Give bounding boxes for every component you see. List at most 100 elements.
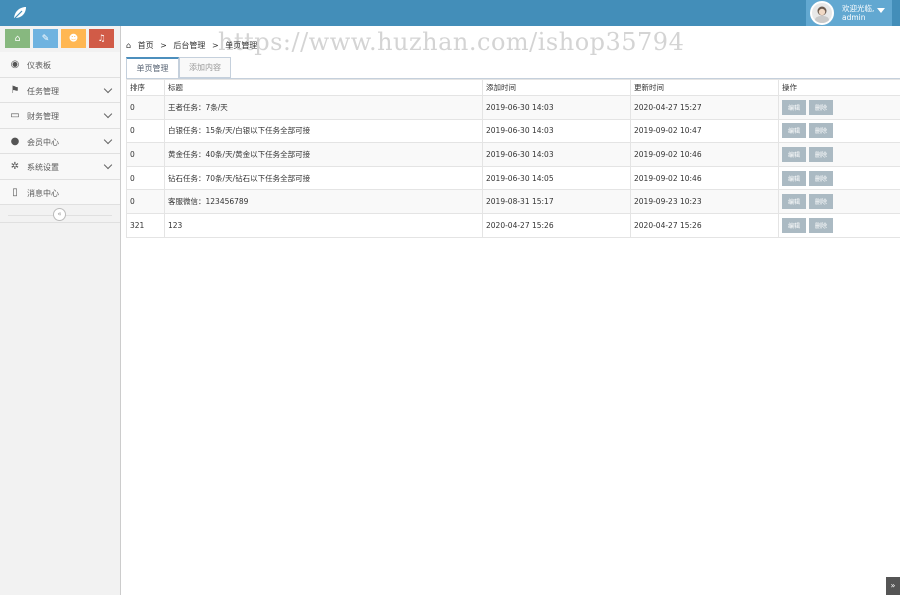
shortcut-home-button[interactable]: ⌂ [5,29,30,48]
column-header-actions: 操作 [778,79,900,96]
table-row: 0 黄金任务：40条/天/黄金以下任务全部可接 2019-06-30 14:03 20… [126,142,900,167]
column-header-title[interactable]: 标题 [164,79,483,96]
delete-button[interactable]: 删除 [809,217,833,233]
cell-sort: 0 [126,189,165,214]
cell-updated: 2019-09-02 10:47 [630,118,779,144]
breadcrumb: ⌂ 首页 > 后台管理 > 单页管理 [126,40,261,51]
sidebar-item-5[interactable]: ▯ 消息中心 [0,179,120,205]
cell-updated: 2020-04-27 15:27 [630,95,779,120]
chevron-down-icon [103,135,113,144]
table-row: 321 123 2020-04-27 15:26 2020-04-27 15:26 编辑… [126,212,900,238]
breadcrumb-home-link[interactable]: 首页 [138,41,154,50]
table-row: 0 客服微信：123456789 2019-08-31 15:17 2019-09-2… [126,189,900,214]
breadcrumb-current: 单页管理 [225,41,258,50]
shortcut-users-button[interactable]: ☻ [61,29,86,48]
pencil-icon: ✎ [41,33,50,44]
cell-added: 2019-06-30 14:03 [482,142,631,167]
cell-title: 白银任务：15条/天/白银以下任务全部可接 [164,118,483,144]
home-icon: ⌂ [126,41,132,50]
cell-added: 2019-06-30 14:03 [482,95,631,120]
delete-button[interactable]: 删除 [809,170,833,186]
sidebar-shortcuts: ⌂ ✎ ☻ ♫ [0,26,120,52]
cog-icon: ✲ [10,161,20,172]
cell-added: 2019-06-30 14:05 [482,165,631,191]
sidebar-item-label: 仪表板 [27,61,51,70]
back-to-top-button[interactable]: » [886,577,900,595]
table-row: 0 王者任务：7条/天 2019-06-30 14:03 2020-04-27 15:… [126,95,900,120]
user-menu[interactable]: 欢迎光临, admin [806,0,892,26]
cell-added: 2019-08-31 15:17 [482,189,631,214]
shortcut-bell-button[interactable]: ♫ [89,29,114,48]
cell-sort: 0 [126,95,165,120]
sidebar-collapse-button[interactable]: « [53,208,66,221]
delete-button[interactable]: 删除 [809,146,833,162]
flag-icon: ⚑ [10,84,20,96]
cell-title: 客服微信：123456789 [164,189,483,214]
cell-sort: 0 [126,118,165,144]
sidebar-item-label: 系统设置 [27,163,59,172]
cell-sort: 321 [126,212,165,238]
chevron-down-icon [103,160,113,170]
sidebar-item-label: 会员中心 [27,137,59,147]
column-header-sort[interactable]: 排序 [126,79,165,96]
cell-title: 王者任务：7条/天 [164,95,483,120]
sidebar-item-1[interactable]: ⚑ 任务管理 [0,77,120,103]
edit-button[interactable]: 编辑 [782,194,806,210]
cell-updated: 2019-09-02 10:46 [630,142,779,167]
sidebar-item-label: 任务管理 [27,86,59,96]
breadcrumb-separator: > [211,41,219,50]
chevron-down-icon [103,109,113,119]
sidebar-item-3[interactable]: ● 会员中心 [0,128,120,154]
sidebar: ⌂ ✎ ☻ ♫ ◉ 仪表板 ⚑ 任务管理 ▭ 财务管理 ● 会员中心 ✲ 系统设置 ▯ 消息中心 « [0,26,121,595]
tab-add-content[interactable]: 添加内容 [179,57,231,78]
edit-button[interactable]: 编辑 [782,170,806,186]
sidebar-item-4[interactable]: ✲ 系统设置 [0,154,120,180]
sidebar-item-label: 消息中心 [27,188,59,198]
cell-updated: 2020-04-27 15:26 [630,212,779,238]
chevron-down-icon [103,84,113,93]
tab-page-management[interactable]: 单页管理 [126,57,179,78]
sidebar-item-label: 财务管理 [27,112,59,121]
cell-added: 2019-06-30 14:03 [482,118,631,144]
delete-button[interactable]: 删除 [809,123,833,139]
bookmark-icon: ▯ [12,186,18,198]
edit-button[interactable]: 编辑 [782,123,806,139]
caret-down-icon[interactable] [877,8,885,13]
sidebar-collapse-row: « [0,207,120,223]
bell-icon: ♫ [97,33,106,44]
cell-actions: 编辑 删除 [778,142,900,167]
table-header-row: 排序 标题 添加时间 更新时间 操作 [126,79,900,96]
avatar [810,1,834,25]
sidebar-item-0[interactable]: ◉ 仪表板 [0,52,120,78]
cell-actions: 编辑 删除 [778,212,900,238]
edit-button[interactable]: 编辑 [782,146,806,162]
cell-sort: 0 [126,142,165,167]
cell-actions: 编辑 删除 [778,189,900,214]
cell-title: 123 [164,212,483,238]
cell-actions: 编辑 删除 [778,95,900,120]
shortcut-pencil-button[interactable]: ✎ [33,29,58,48]
delete-button[interactable]: 删除 [809,99,833,115]
cell-updated: 2019-09-23 10:23 [630,189,779,214]
cell-actions: 编辑 删除 [778,118,900,144]
user-name: admin [842,13,866,22]
column-header-updated[interactable]: 更新时间 [630,79,779,96]
watermark-text: https://www.huzhan.com/ishop35794 [218,28,685,56]
table-row: 0 钻石任务：70条/天/钻石以下任务全部可接 2019-06-30 14:05 20… [126,165,900,191]
users-icon: ☻ [68,33,79,44]
top-navbar: 欢迎光临, admin [0,0,900,26]
cell-title: 黄金任务：40条/天/黄金以下任务全部可接 [164,142,483,167]
cell-updated: 2019-09-02 10:46 [630,165,779,191]
home-icon: ⌂ [14,33,21,44]
sidebar-item-2[interactable]: ▭ 财务管理 [0,103,120,129]
sidebar-nav: ◉ 仪表板 ⚑ 任务管理 ▭ 财务管理 ● 会员中心 ✲ 系统设置 ▯ 消息中心 [0,52,120,205]
delete-button[interactable]: 删除 [809,194,833,210]
edit-button[interactable]: 编辑 [782,217,806,233]
edit-button[interactable]: 编辑 [782,99,806,115]
column-header-added[interactable]: 添加时间 [482,79,631,96]
cell-added: 2020-04-27 15:26 [482,212,631,238]
leaf-logo-icon[interactable] [12,5,28,21]
breadcrumb-level2-link[interactable]: 后台管理 [173,41,205,50]
cell-actions: 编辑 删除 [778,165,900,191]
inbox-icon: ▭ [10,110,20,121]
